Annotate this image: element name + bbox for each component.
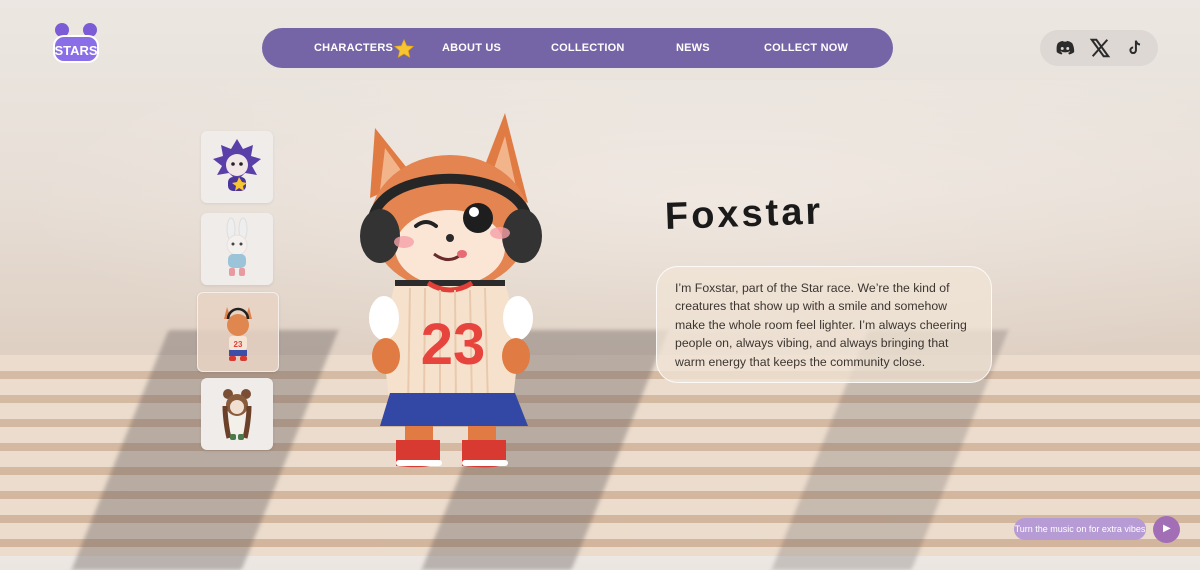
nav-about-us[interactable]: ABOUT US [442,28,501,68]
hedgehog-character-icon [213,139,261,191]
active-star-icon [393,38,415,60]
discord-icon[interactable] [1054,37,1076,59]
foxstar-character-image: 23 [350,108,560,473]
bunny-character-icon [226,217,248,276]
nav-collect-now[interactable]: COLLECT NOW [764,28,848,68]
bear-character-icon [222,389,252,440]
character-bio: I’m Foxstar, part of the Star race. We’r… [656,266,992,383]
nav-news[interactable]: NEWS [676,28,710,68]
character-thumb-bear[interactable] [201,378,273,450]
character-thumb-hedgehog[interactable] [201,131,273,203]
svg-text:23: 23 [234,340,243,349]
fox-character-icon: 23 [224,307,252,361]
music-prompt[interactable]: Turn the music on for extra vibes [1014,518,1146,540]
play-icon: ▶ [1163,523,1171,534]
character-name: Foxstar [664,190,824,238]
main-nav: CHARACTERS ABOUT US COLLECTION NEWS COLL… [262,28,893,68]
x-icon[interactable] [1089,37,1111,59]
nav-collection[interactable]: COLLECTION [551,28,625,68]
svg-text:STARS: STARS [54,43,97,58]
svg-text:23: 23 [421,312,486,377]
nav-characters[interactable]: CHARACTERS [314,28,393,68]
play-music-button[interactable]: ▶ [1153,516,1180,543]
social-links [1040,30,1158,66]
tiktok-icon[interactable] [1124,37,1146,59]
character-thumb-bunny[interactable] [201,213,273,285]
site-logo[interactable]: STARS [50,20,102,66]
character-thumb-fox[interactable]: 23 [197,292,279,372]
